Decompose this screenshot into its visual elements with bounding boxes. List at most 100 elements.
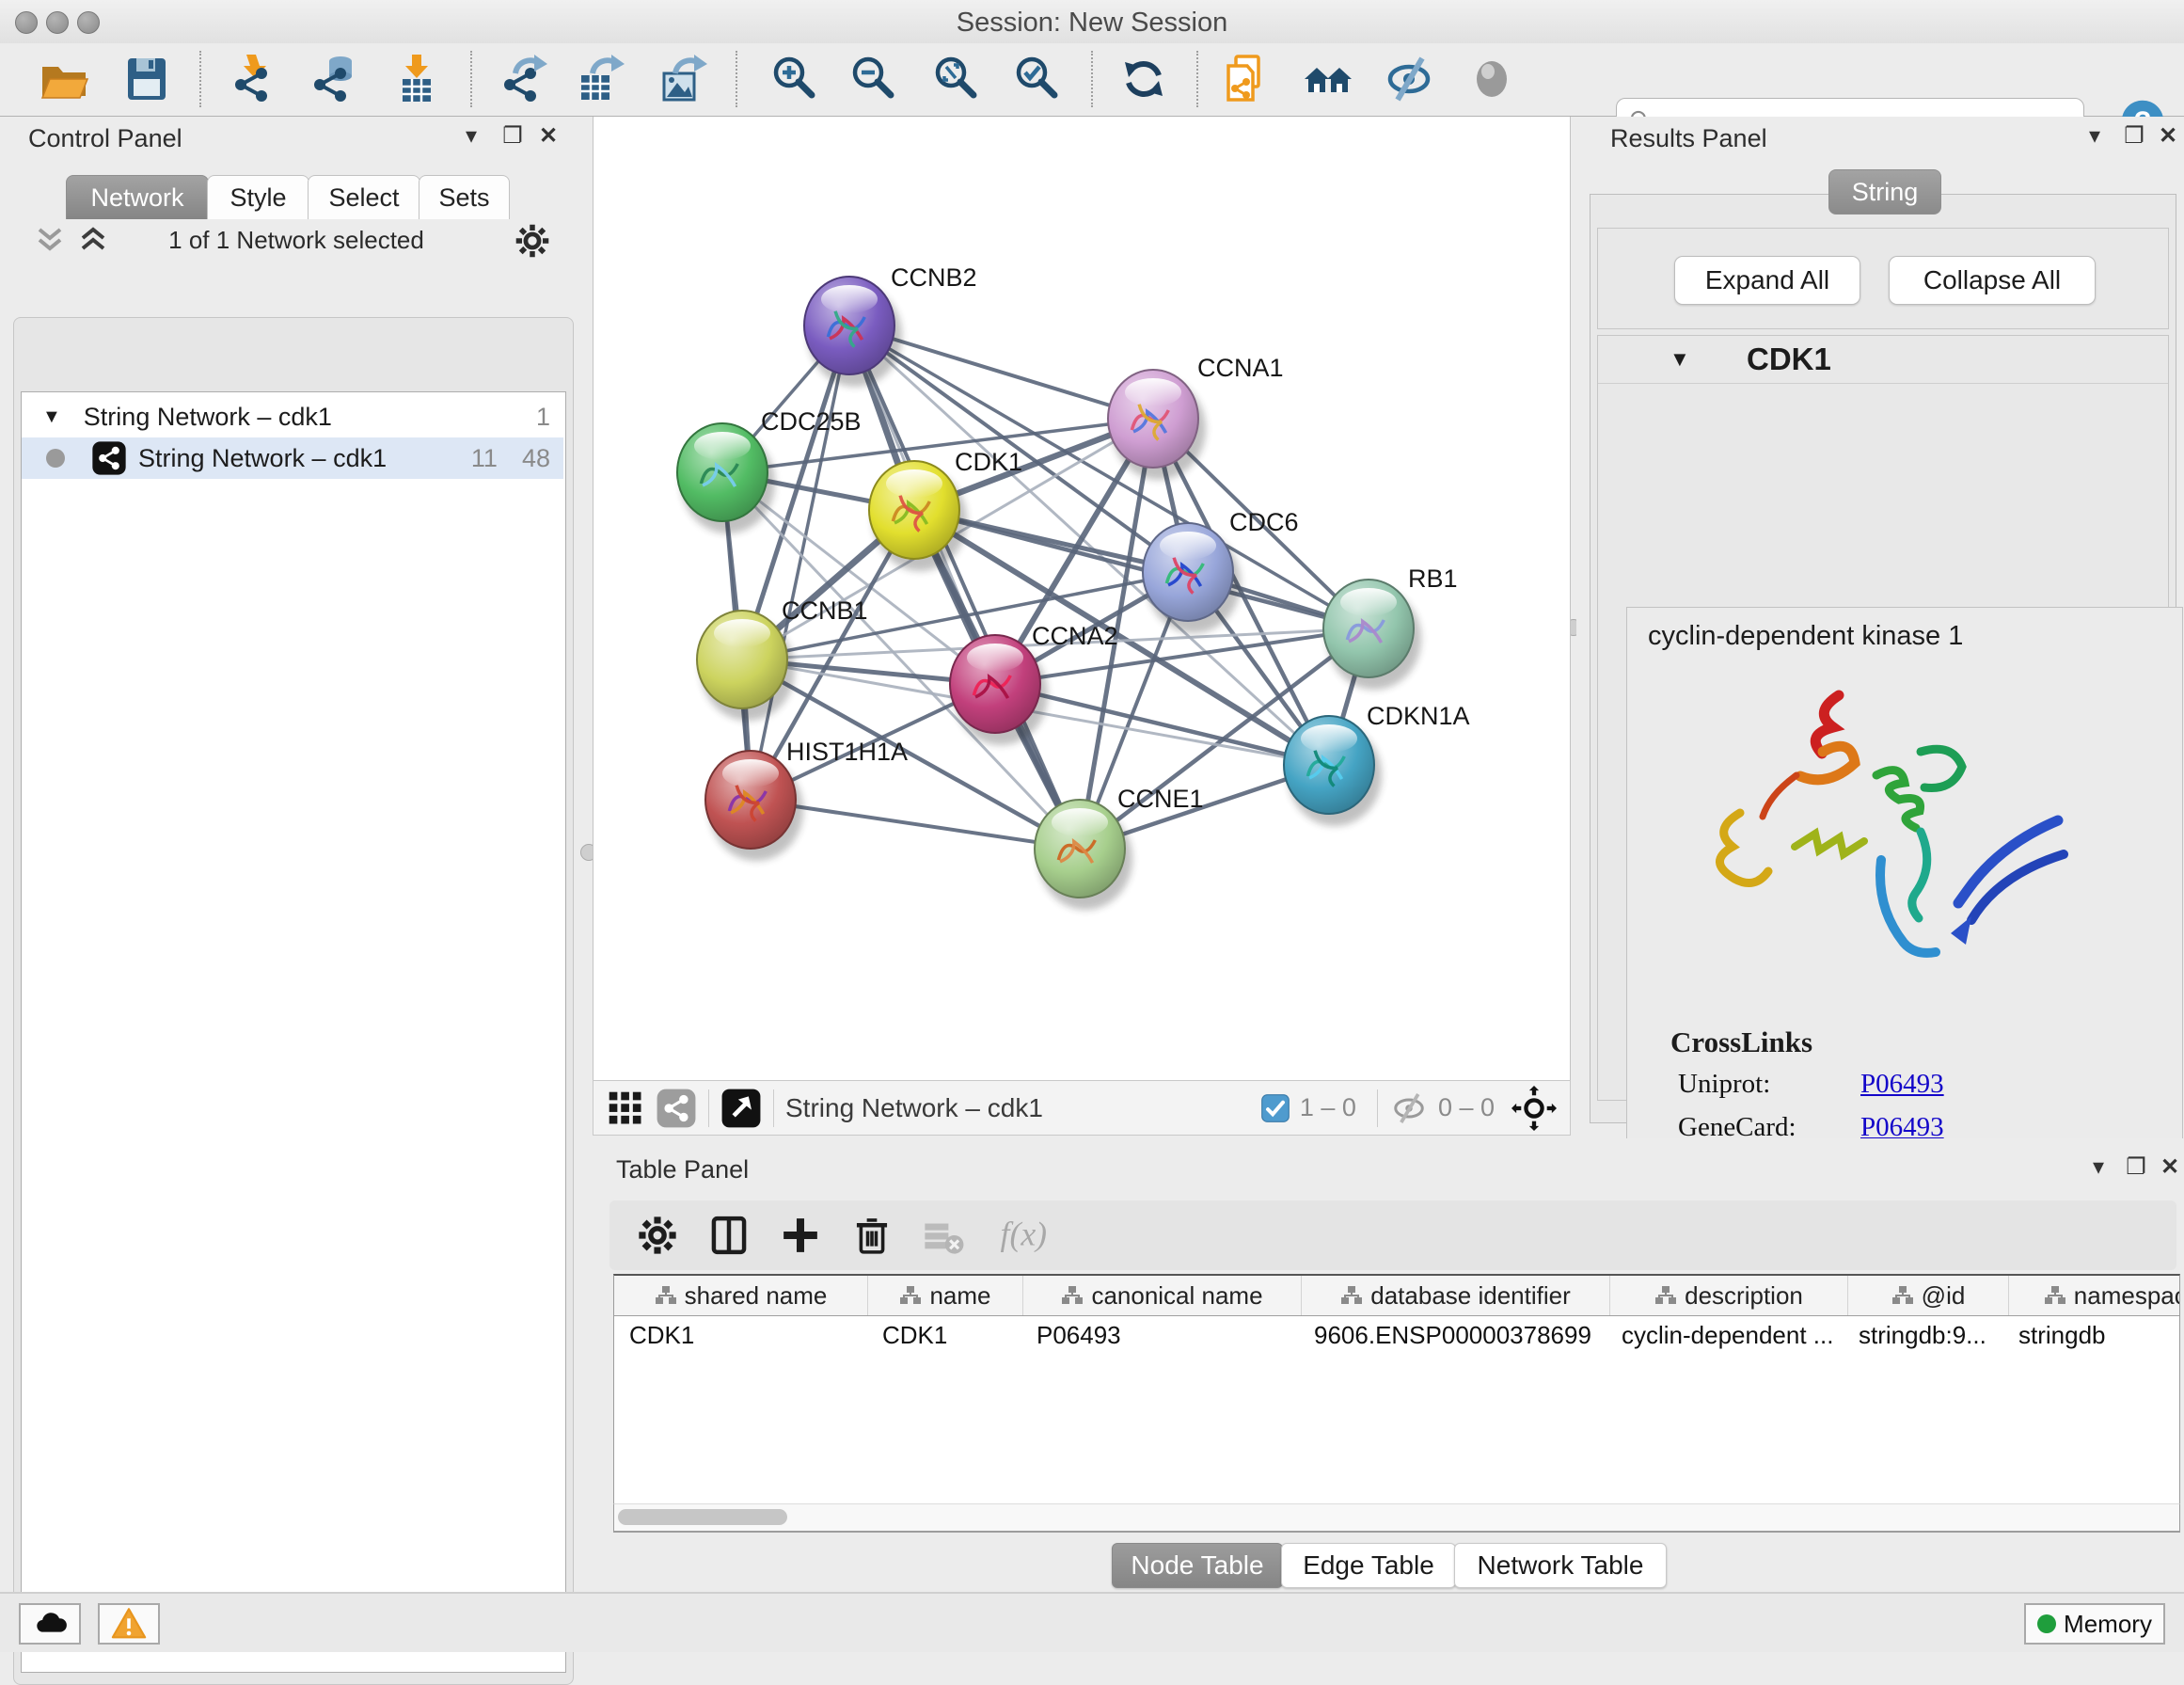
network-canvas[interactable]: CCNB2CCNA1CDC25BCDK1CDC6RB1CCNB1CCNA2CDK… (593, 117, 1571, 1080)
network-node-cdkn1a[interactable] (1284, 716, 1382, 826)
zoom-out-icon[interactable] (847, 53, 899, 105)
export-table-icon[interactable] (574, 53, 626, 105)
control-panel-float-icon[interactable]: ❐ (499, 122, 527, 150)
table-header-row: shared namenamecanonical namedatabase id… (614, 1276, 2179, 1316)
toolbar-divider (773, 1089, 774, 1127)
network-node-rb1[interactable] (1323, 580, 1421, 690)
control-panel-close-icon[interactable]: ✕ (534, 122, 562, 150)
table-cell[interactable]: 9606.ENSP00000378699 (1299, 1316, 1606, 1354)
memory-status-dot-icon (2037, 1614, 2056, 1633)
network-edge[interactable] (849, 326, 1080, 849)
delete-column-trash-icon[interactable] (848, 1212, 895, 1259)
save-session-icon[interactable] (120, 53, 173, 105)
hide-panel-icon[interactable] (1383, 53, 1435, 105)
detach-view-icon[interactable] (720, 1088, 762, 1129)
network-node-cdc25b[interactable] (677, 423, 775, 533)
tab-network-table[interactable]: Network Table (1454, 1543, 1667, 1588)
network-options-gear-icon[interactable] (512, 220, 553, 262)
tab-sets[interactable]: Sets (419, 175, 510, 219)
tab-style[interactable]: Style (207, 175, 309, 219)
node-label-ccnb2: CCNB2 (891, 263, 977, 292)
network-node-cdc6[interactable] (1143, 523, 1241, 633)
node-label-rb1: RB1 (1408, 564, 1458, 593)
protein-description: cyclin-dependent kinase 1 (1648, 621, 1963, 652)
network-edge[interactable] (751, 326, 849, 800)
zoom-in-icon[interactable] (768, 53, 820, 105)
table-cell[interactable]: stringdb (2003, 1316, 2180, 1354)
table-cell[interactable]: CDK1 (614, 1316, 867, 1354)
crosslink-value-link[interactable]: P06493 (1860, 1069, 1944, 1100)
add-column-icon[interactable] (777, 1212, 824, 1259)
column-header--id[interactable]: @id (1848, 1276, 2009, 1315)
string-network-icon (91, 440, 127, 476)
column-header-name[interactable]: name (868, 1276, 1023, 1315)
table-panel-close-icon[interactable]: ✕ (2156, 1153, 2184, 1181)
table-cell[interactable]: P06493 (1021, 1316, 1299, 1354)
refresh-icon[interactable] (1117, 53, 1170, 105)
home-networks-icon[interactable] (1302, 53, 1354, 105)
table-scrollbar-thumb[interactable] (618, 1509, 787, 1525)
collection-count: 1 (536, 403, 550, 432)
table-panel-collapse-icon[interactable]: ▾ (2084, 1153, 2113, 1181)
tab-node-table[interactable]: Node Table (1112, 1543, 1283, 1588)
birdseye-crosshair-icon[interactable] (1511, 1086, 1557, 1131)
open-session-icon[interactable] (38, 53, 90, 105)
export-image-icon[interactable] (657, 53, 709, 105)
network-tree-root-row[interactable]: ▼ String Network – cdk1 1 (22, 396, 563, 437)
network-node-ccnb2[interactable] (804, 277, 902, 387)
table-cell[interactable]: stringdb:9... (1844, 1316, 2003, 1354)
table-row[interactable]: CDK1CDK1P064939606.ENSP00000378699cyclin… (614, 1316, 2179, 1354)
network-node-ccna1[interactable] (1108, 370, 1206, 480)
import-network-icon[interactable] (228, 53, 280, 105)
network-tree-child-row[interactable]: String Network – cdk1 11 48 (22, 437, 563, 479)
titlebar: Session: New Session (0, 0, 2184, 44)
column-header-database-identifier[interactable]: database identifier (1302, 1276, 1610, 1315)
memory-button[interactable]: Memory (2024, 1603, 2165, 1645)
table-panel-float-icon[interactable]: ❐ (2122, 1153, 2150, 1181)
tab-select[interactable]: Select (308, 175, 420, 219)
collapse-all-button[interactable]: Collapse All (1889, 256, 2096, 305)
network-node-ccne1[interactable] (1035, 800, 1132, 910)
show-columns-icon[interactable] (705, 1212, 752, 1259)
warnings-button[interactable] (98, 1603, 160, 1645)
hidden-eye-slash-icon (1389, 1089, 1429, 1128)
expand-all-button[interactable]: Expand All (1674, 256, 1860, 305)
crosslink-label: Uniprot: (1678, 1069, 1770, 1100)
node-label-cdc25b: CDC25B (761, 407, 862, 436)
column-header-namespace[interactable]: namespace (2009, 1276, 2180, 1315)
selected-checkbox-icon[interactable] (1260, 1093, 1290, 1123)
column-header-shared-name[interactable]: shared name (614, 1276, 868, 1315)
protein-collapse-caret-icon[interactable]: ▼ (1670, 347, 1690, 372)
zoom-selected-icon[interactable] (1010, 53, 1063, 105)
import-table-icon[interactable] (389, 53, 442, 105)
network-thumbnail-icon[interactable] (656, 1088, 697, 1129)
node-table[interactable]: shared namenamecanonical namedatabase id… (613, 1274, 2180, 1533)
column-header-description[interactable]: description (1610, 1276, 1848, 1315)
network-node-cdk1[interactable] (869, 461, 967, 571)
results-panel-collapse-icon[interactable]: ▾ (2081, 122, 2109, 150)
table-cell[interactable]: cyclin-dependent ... (1606, 1316, 1844, 1354)
table-settings-gear-icon[interactable] (634, 1212, 681, 1259)
import-database-icon[interactable] (307, 53, 359, 105)
expand-all-networks-icon[interactable] (77, 226, 109, 254)
cloud-status-button[interactable] (19, 1603, 81, 1645)
table-h-scrollbar[interactable] (613, 1503, 2180, 1532)
results-panel-float-icon[interactable]: ❐ (2120, 122, 2148, 150)
column-header-canonical-name[interactable]: canonical name (1023, 1276, 1302, 1315)
results-panel-close-icon[interactable]: ✕ (2154, 122, 2182, 150)
protein-row-header[interactable]: ▼ CDK1 (1598, 336, 2168, 384)
zoom-fit-icon[interactable] (929, 53, 982, 105)
tab-string[interactable]: String (1828, 169, 1941, 215)
control-panel-collapse-icon[interactable]: ▾ (457, 122, 485, 150)
network-node-hist1h1a[interactable] (705, 751, 803, 861)
tab-edge-table[interactable]: Edge Table (1281, 1543, 1456, 1588)
clipboard-share-icon[interactable] (1219, 53, 1272, 105)
grid-view-icon[interactable] (605, 1088, 646, 1129)
export-network-icon[interactable] (497, 53, 549, 105)
tab-network[interactable]: Network (66, 175, 209, 219)
tree-expand-caret-icon[interactable]: ▼ (42, 406, 61, 428)
memory-label: Memory (2064, 1610, 2152, 1639)
collapse-all-networks-icon[interactable] (34, 226, 66, 254)
table-cell[interactable]: CDK1 (867, 1316, 1021, 1354)
show-panel-icon[interactable] (1465, 53, 1518, 105)
